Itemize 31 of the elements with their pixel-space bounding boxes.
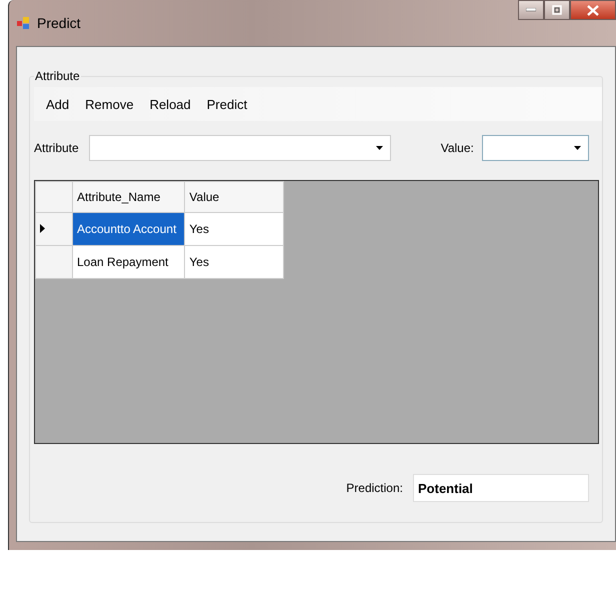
window-title: Predict (37, 15, 81, 31)
field-label: Attribute (34, 141, 79, 155)
minimize-icon (526, 8, 536, 12)
table-cell: Yes (184, 212, 284, 246)
toolbar-button[interactable]: Predict (198, 94, 256, 114)
column-header[interactable]: Attribute_Name (72, 182, 185, 212)
table-cell: Loan Repayment (72, 246, 185, 278)
toolbar-button[interactable]: Remove (77, 94, 142, 114)
maximize-icon (552, 5, 562, 15)
header-corner (36, 182, 72, 212)
toolbar-button[interactable]: Add (38, 94, 78, 114)
close-button[interactable] (570, 0, 616, 20)
group-title: Attribute (34, 69, 81, 83)
dropdown-arrow-icon (574, 146, 581, 150)
row-header[interactable] (36, 246, 72, 278)
close-icon (587, 4, 599, 16)
app-icon (17, 16, 31, 30)
attribute-dropdown[interactable] (88, 135, 391, 161)
prediction-label: Prediction: (346, 481, 403, 495)
row-header[interactable] (36, 212, 72, 246)
dropdown-arrow-icon (376, 146, 383, 150)
prediction-field: Potential (413, 474, 589, 502)
field-label: Value: (440, 141, 474, 155)
column-header[interactable]: Value (184, 182, 284, 212)
minimize-button[interactable] (518, 0, 544, 20)
toolbar-button[interactable]: Reload (142, 94, 199, 114)
table-cell: Accountto Account (72, 212, 185, 246)
table-cell: Yes (184, 246, 284, 278)
value-dropdown[interactable] (482, 135, 589, 161)
maximize-button[interactable] (544, 0, 570, 20)
current-row-icon (40, 224, 45, 233)
